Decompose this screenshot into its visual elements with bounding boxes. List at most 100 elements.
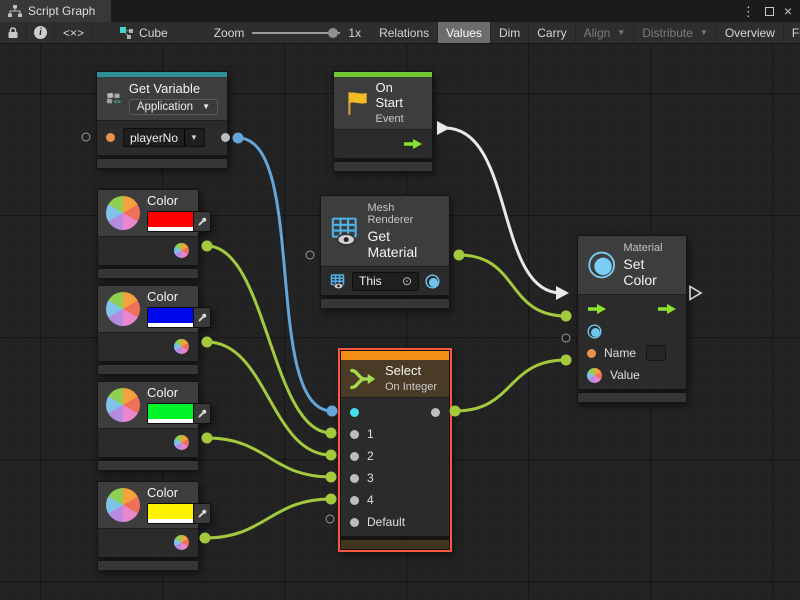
wire-color2-to-select[interactable] — [207, 342, 331, 455]
eyedropper-icon[interactable] — [193, 404, 210, 423]
node-color-2[interactable]: Color — [97, 285, 199, 375]
select-output-port[interactable] — [431, 408, 440, 417]
maximize-icon[interactable] — [765, 7, 774, 16]
window-titlebar: Script Graph ⋮ × — [0, 0, 800, 22]
graph-name-label: Cube — [139, 26, 168, 40]
wire-end-dot — [326, 494, 337, 505]
graph-selector[interactable]: Cube — [111, 22, 176, 43]
wire-onstart-to-setcolor[interactable] — [445, 128, 561, 293]
graph-canvas[interactable]: <> Get Variable Application ▼ playerNo ▼ — [0, 44, 800, 600]
eyedropper-icon[interactable] — [193, 212, 210, 231]
object-picker-icon[interactable]: ⊙ — [402, 275, 412, 287]
node-on-start[interactable]: On Start Event — [333, 71, 433, 172]
full-screen-button[interactable]: Full Screen — [784, 22, 800, 43]
color-swatch-field[interactable] — [147, 307, 211, 328]
select-default-port[interactable] — [326, 515, 335, 524]
value-input-port[interactable] — [587, 368, 602, 383]
color-wheel-icon — [106, 388, 140, 422]
material-output-port[interactable] — [425, 274, 440, 289]
wire-playerno-to-select[interactable] — [238, 138, 332, 411]
node-title: Color — [147, 194, 211, 209]
node-color-3[interactable]: Color — [97, 381, 199, 471]
variable-scope-dropdown[interactable]: Application ▼ — [129, 99, 218, 115]
wire-select-to-value[interactable] — [455, 360, 566, 411]
name-input-field[interactable] — [646, 345, 666, 361]
close-icon[interactable]: × — [784, 4, 792, 18]
flow-input-port[interactable] — [587, 303, 607, 315]
node-color-4[interactable]: Color — [97, 481, 199, 571]
color-swatch-field[interactable] — [147, 403, 211, 424]
set-color-name-port[interactable] — [562, 334, 571, 343]
window-menu-icon[interactable]: ⋮ — [742, 5, 755, 18]
eyedropper-icon[interactable] — [193, 308, 210, 327]
caret-down-icon: ▼ — [700, 28, 708, 37]
color-swatch-field[interactable] — [147, 503, 211, 524]
select-icon — [350, 367, 378, 391]
wire-end-dot — [454, 250, 465, 261]
get-material-target-port[interactable] — [306, 251, 315, 260]
eyedropper-icon[interactable] — [193, 504, 210, 523]
variable-name-port[interactable] — [106, 133, 115, 142]
wire-end-dot — [233, 133, 244, 144]
mesh-renderer-mini-icon[interactable] — [330, 274, 346, 289]
relations-button[interactable]: Relations — [371, 22, 438, 43]
info-icon: i — [34, 26, 47, 39]
inspect-button[interactable]: i — [27, 22, 55, 43]
wire-getmaterial-to-setcolor[interactable] — [459, 255, 566, 316]
overview-button[interactable]: Overview — [717, 22, 784, 43]
lock-button[interactable] — [0, 22, 27, 43]
value-label: Value — [610, 368, 640, 382]
distribute-button[interactable]: Distribute▼ — [634, 22, 717, 43]
get-variable-fallback-port[interactable] — [82, 133, 91, 142]
color-swatch-field[interactable] — [147, 211, 211, 232]
wire-color4-to-select[interactable] — [205, 499, 331, 538]
color-output-port[interactable] — [174, 535, 189, 550]
name-input-port[interactable] — [587, 349, 596, 358]
flow-output-port[interactable] — [657, 303, 677, 315]
wire-end-dot — [326, 472, 337, 483]
values-button[interactable]: Values — [438, 22, 491, 43]
tab-script-graph[interactable]: Script Graph — [0, 0, 111, 22]
wire-end-dot — [326, 450, 337, 461]
wire-color3-to-select[interactable] — [207, 438, 331, 477]
svg-text:<>: <> — [114, 99, 121, 106]
color-output-port[interactable] — [174, 243, 189, 258]
select-selector-port[interactable] — [350, 408, 359, 417]
select-option-port-3[interactable] — [350, 474, 359, 483]
wire-color1-to-select[interactable] — [207, 246, 331, 433]
color-output-port[interactable] — [174, 435, 189, 450]
variable-output-port[interactable] — [221, 133, 230, 142]
node-title: Get Material — [367, 228, 440, 260]
setcolor-flow-out-arrow[interactable] — [690, 287, 701, 300]
node-subtitle: Event — [376, 113, 424, 125]
variable-name-field[interactable]: playerNo ▼ — [123, 128, 205, 147]
variable-name-value: playerNo — [130, 131, 178, 145]
flow-output-port[interactable] — [403, 138, 423, 150]
material-input-port[interactable] — [587, 324, 602, 339]
zoom-slider-knob[interactable] — [328, 28, 338, 38]
select-option-port-4[interactable] — [350, 496, 359, 505]
node-title: On Start — [376, 81, 424, 111]
node-get-material[interactable]: Mesh Renderer Get Material — [320, 195, 450, 309]
align-button[interactable]: Align▼ — [576, 22, 635, 43]
color-output-port[interactable] — [174, 339, 189, 354]
node-select[interactable]: Select On Integer 1 2 3 4 Default — [340, 350, 450, 550]
select-default-port-inner[interactable] — [350, 518, 359, 527]
mesh-renderer-icon — [330, 215, 360, 247]
code-toggle-button[interactable]: <×> — [55, 22, 93, 43]
wire-end-dot — [202, 337, 213, 348]
node-get-variable[interactable]: <> Get Variable Application ▼ playerNo ▼ — [96, 71, 228, 169]
zoom-slider[interactable] — [252, 32, 340, 34]
target-value: This — [359, 274, 382, 288]
select-option-port-1[interactable] — [350, 430, 359, 439]
node-set-color[interactable]: Material Set Color N — [577, 235, 687, 403]
option-label: 3 — [367, 471, 374, 485]
carry-button[interactable]: Carry — [529, 22, 575, 43]
target-field[interactable]: This ⊙ — [352, 272, 419, 291]
node-color-1[interactable]: Color — [97, 189, 199, 279]
select-option-port-2[interactable] — [350, 452, 359, 461]
caret-down-icon: ▼ — [617, 28, 625, 37]
lock-icon — [7, 26, 19, 39]
dim-button[interactable]: Dim — [491, 22, 529, 43]
wire-start-arrow — [437, 121, 450, 135]
